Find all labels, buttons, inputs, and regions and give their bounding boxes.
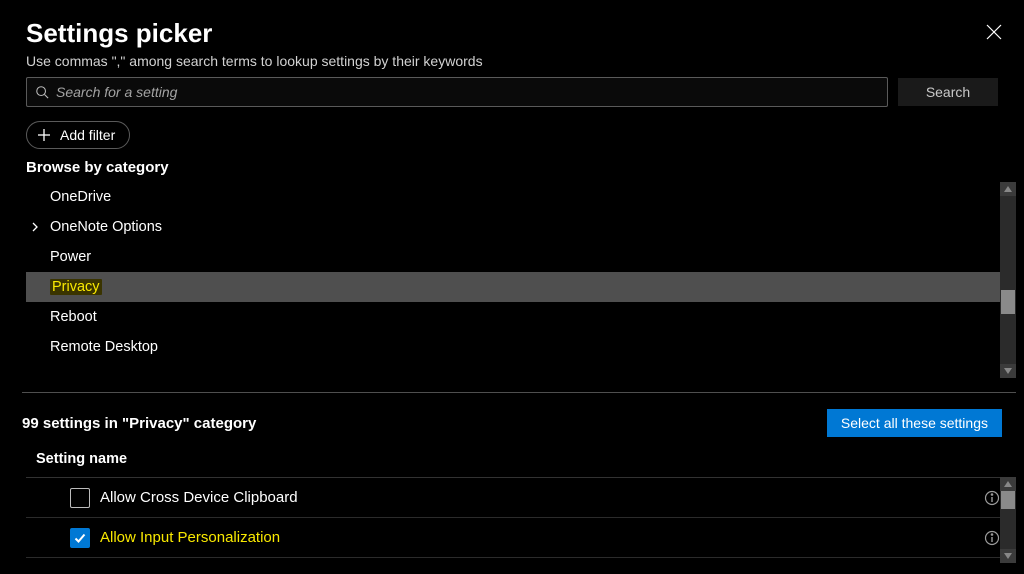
setting-label: Allow Input Personalization <box>100 529 280 546</box>
scroll-thumb[interactable] <box>1001 290 1015 314</box>
setting-label: Allow Cross Device Clipboard <box>100 489 298 506</box>
search-button[interactable]: Search <box>898 78 998 106</box>
triangle-up-icon <box>1004 481 1012 487</box>
scroll-up-button[interactable] <box>1000 182 1016 196</box>
select-all-button[interactable]: Select all these settings <box>827 409 1002 437</box>
category-item-privacy[interactable]: Privacy <box>26 272 1016 302</box>
browse-by-category-label: Browse by category <box>0 157 1024 182</box>
info-icon <box>984 490 1000 506</box>
scroll-down-button[interactable] <box>1000 549 1016 563</box>
triangle-down-icon <box>1004 553 1012 559</box>
chevron-right-icon <box>30 222 46 232</box>
triangle-up-icon <box>1004 186 1012 192</box>
checkbox[interactable] <box>70 528 90 548</box>
info-button[interactable] <box>984 490 1000 506</box>
info-icon <box>984 530 1000 546</box>
add-filter-label: Add filter <box>60 127 115 143</box>
info-button[interactable] <box>984 530 1000 546</box>
check-icon <box>73 531 87 545</box>
category-item-onenote-options[interactable]: OneNote Options <box>26 212 1016 242</box>
category-list: OneDrive OneNote Options Power Privacy R… <box>26 182 1016 378</box>
checkbox[interactable] <box>70 488 90 508</box>
setting-item-allow-cross-device-clipboard[interactable]: Allow Cross Device Clipboard <box>26 478 1016 518</box>
scroll-down-button[interactable] <box>1000 364 1016 378</box>
page-subtitle: Use commas "," among search terms to loo… <box>26 53 998 69</box>
category-label: OneDrive <box>50 189 111 205</box>
scroll-thumb[interactable] <box>1001 491 1015 509</box>
category-label: Remote Desktop <box>50 339 158 355</box>
triangle-down-icon <box>1004 368 1012 374</box>
close-button[interactable] <box>984 22 1004 42</box>
category-label: OneNote Options <box>50 219 162 235</box>
search-box[interactable] <box>26 77 888 107</box>
category-item-remote-desktop[interactable]: Remote Desktop <box>26 332 1016 362</box>
category-item-onedrive[interactable]: OneDrive <box>26 182 1016 212</box>
setting-item-allow-input-personalization[interactable]: Allow Input Personalization <box>26 518 1016 558</box>
category-item-reboot[interactable]: Reboot <box>26 302 1016 332</box>
category-item-power[interactable]: Power <box>26 242 1016 272</box>
plus-icon <box>37 128 51 142</box>
search-input[interactable] <box>49 84 879 100</box>
setting-name-column-header[interactable]: Setting name <box>0 437 1024 475</box>
add-filter-button[interactable]: Add filter <box>26 121 130 149</box>
search-icon <box>35 85 49 99</box>
settings-list: Allow Cross Device Clipboard Allow Input… <box>26 477 1016 563</box>
results-count: 99 settings in "Privacy" category <box>22 415 256 432</box>
close-icon <box>986 24 1002 40</box>
category-label: Privacy <box>50 279 102 295</box>
page-title: Settings picker <box>26 18 998 49</box>
scroll-up-button[interactable] <box>1000 477 1016 491</box>
category-label: Reboot <box>50 309 97 325</box>
category-scrollbar[interactable] <box>1000 182 1016 378</box>
settings-scrollbar[interactable] <box>1000 477 1016 563</box>
category-label: Power <box>50 249 91 265</box>
